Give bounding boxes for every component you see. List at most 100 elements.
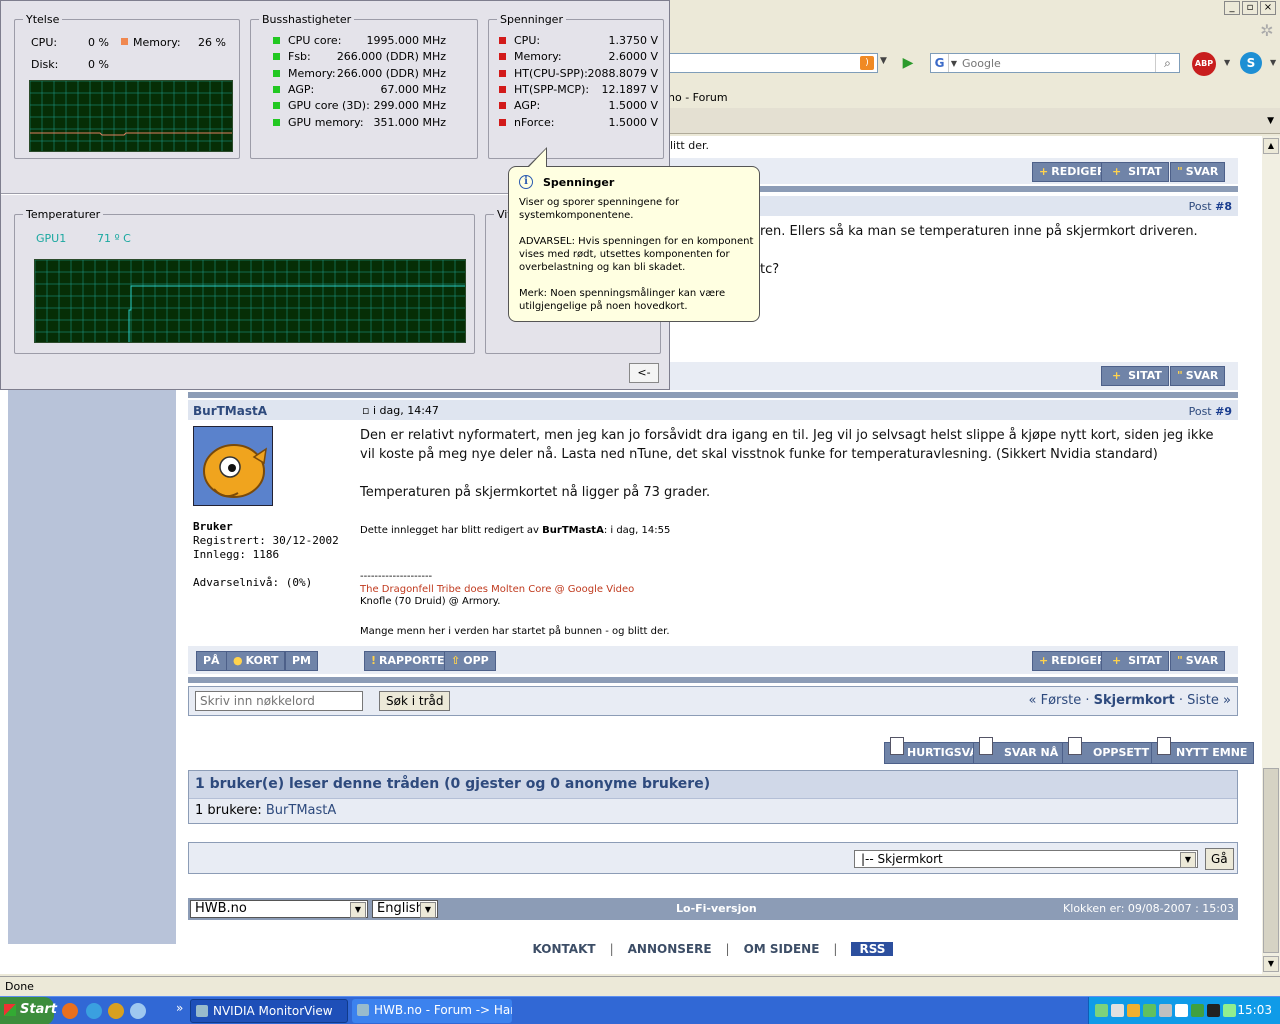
- thread-search-bar: Søk i tråd « Første · Skjermkort · Siste…: [188, 686, 1238, 716]
- task-nvidia-monitor[interactable]: NVIDIA MonitorView: [190, 999, 348, 1023]
- current-thread[interactable]: Skjermkort: [1094, 693, 1175, 708]
- tray-app-icon[interactable]: [1111, 1004, 1124, 1017]
- voltages-group[interactable]: Spenninger CPU: 1.3750 V Memory: 2.6000 V HT…: [488, 13, 664, 159]
- scroll-thumb[interactable]: [1263, 768, 1279, 953]
- engine-dropdown-icon[interactable]: ▼: [949, 59, 959, 68]
- reply-now-button[interactable]: SVAR NÅ: [973, 737, 1066, 764]
- desktop-icon[interactable]: [130, 1003, 146, 1019]
- throbber-icon: ✲: [1260, 21, 1274, 40]
- adblock-icon[interactable]: ABP: [1192, 52, 1216, 76]
- bus-speed-status-icon: [273, 85, 280, 93]
- first-page-link[interactable]: « Første: [1029, 693, 1082, 708]
- rss-link[interactable]: RSS: [851, 942, 894, 956]
- tray-app-icon[interactable]: [1159, 1004, 1172, 1017]
- window-controls: _ ▫ ×: [1224, 1, 1276, 15]
- voltage-value: 2.6000 V: [608, 50, 658, 64]
- online-status-button[interactable]: PÅ: [196, 651, 227, 671]
- search-input[interactable]: [959, 54, 1155, 72]
- google-engine-icon[interactable]: G: [931, 54, 949, 72]
- forum-jump-select[interactable]: |-- Skjermkort: [854, 850, 1198, 868]
- info-icon: i: [519, 175, 533, 189]
- signature-link[interactable]: The Dragonfell Tribe does Molten Core @ …: [360, 584, 634, 595]
- go-button[interactable]: Gå: [1205, 848, 1234, 870]
- temperatures-group: Temperaturer GPU1 71 º C: [14, 208, 475, 354]
- user-registered: Registrert: 30/12-2002: [193, 534, 339, 547]
- collapse-button[interactable]: <-: [629, 363, 659, 383]
- voltages-title: Spenninger: [497, 13, 566, 26]
- skype-icon[interactable]: S: [1240, 52, 1262, 74]
- address-dropdown-icon[interactable]: ▼: [880, 56, 887, 66]
- private-message-button[interactable]: PM: [285, 651, 319, 671]
- reply-button[interactable]: " SVAR: [1170, 366, 1226, 386]
- address-bar[interactable]: [668, 53, 878, 73]
- reply-button[interactable]: " SVAR: [1170, 162, 1226, 182]
- firefox-icon[interactable]: [62, 1003, 78, 1019]
- voltage-status-icon: [499, 102, 506, 110]
- forum-clock: Klokken er: 09/08-2007 : 15:03: [1063, 902, 1234, 915]
- tray-app-icon[interactable]: [1191, 1004, 1204, 1017]
- reply-button[interactable]: " SVAR: [1170, 651, 1226, 671]
- quote-button[interactable]: + SITAT: [1101, 651, 1169, 671]
- lofi-link[interactable]: Lo-Fi-versjon: [676, 902, 757, 915]
- contact-link[interactable]: KONTAKT: [533, 942, 596, 956]
- voltage-status-icon: [499, 85, 506, 93]
- bus-speed-status-icon: [273, 53, 280, 61]
- top-button[interactable]: ⇧ OPP: [444, 651, 496, 671]
- vertical-scrollbar[interactable]: ▲ ▼: [1262, 136, 1280, 974]
- tray-app-icon[interactable]: [1143, 1004, 1156, 1017]
- last-page-link[interactable]: Siste »: [1187, 693, 1231, 708]
- forum-jump: |-- Skjermkort Gå: [188, 842, 1238, 874]
- post-author[interactable]: BurTMastA: [193, 404, 267, 418]
- tray-app-icon[interactable]: [1207, 1004, 1220, 1017]
- maximize-button[interactable]: ▫: [1242, 1, 1258, 15]
- site-select[interactable]: HWB.no: [190, 900, 368, 918]
- about-link[interactable]: OM SIDENE: [744, 942, 820, 956]
- close-button[interactable]: ×: [1260, 1, 1276, 15]
- task-browser[interactable]: HWB.no - Forum -> Har ...: [352, 999, 512, 1023]
- voltage-status-icon: [499, 118, 506, 126]
- gpu-temp-label: GPU1: [36, 232, 67, 245]
- start-button[interactable]: Start: [0, 997, 57, 1024]
- scroll-down-icon[interactable]: ▼: [1263, 956, 1279, 972]
- winamp-icon[interactable]: [108, 1003, 124, 1019]
- tray-app-icon[interactable]: [1127, 1004, 1140, 1017]
- minimize-button[interactable]: _: [1224, 1, 1240, 15]
- skype-dropdown-icon[interactable]: ▼: [1270, 58, 1276, 67]
- edited-note: Dette innlegget har blitt redigert av Bu…: [360, 525, 671, 536]
- advertise-link[interactable]: ANNONSERE: [628, 942, 712, 956]
- go-button[interactable]: ▶: [898, 54, 918, 72]
- quicklaunch-more-icon[interactable]: »: [176, 1001, 183, 1015]
- readers-box: 1 bruker(e) leser denne tråden (0 gjeste…: [188, 770, 1238, 824]
- bus-speed-status-icon: [273, 37, 280, 44]
- post-divider: [188, 677, 1238, 683]
- search-thread-button[interactable]: Søk i tråd: [379, 691, 451, 711]
- readers-heading: 1 bruker(e) leser denne tråden (0 gjeste…: [189, 771, 1237, 799]
- bus-speed-value: 67.000 MHz: [380, 82, 446, 96]
- tray-volume-icon[interactable]: [1223, 1004, 1236, 1017]
- quicklaunch-icon[interactable]: [86, 1003, 102, 1019]
- language-select[interactable]: English: [372, 900, 438, 918]
- search-icon[interactable]: ⌕: [1155, 54, 1179, 72]
- new-topic-button[interactable]: NYTT EMNE: [1151, 737, 1255, 764]
- options-button[interactable]: OPPSETT: [1062, 737, 1157, 764]
- reader-user-link[interactable]: BurTMastA: [266, 803, 336, 818]
- profile-card-button[interactable]: ● KORT: [226, 651, 286, 671]
- keyword-input[interactable]: [195, 691, 363, 711]
- performance-graph: [29, 80, 233, 152]
- tray-app-icon[interactable]: [1175, 1004, 1188, 1017]
- avatar: [193, 426, 273, 506]
- tray-network-icon[interactable]: [1095, 1004, 1108, 1017]
- rss-feed-icon[interactable]: ): [860, 56, 874, 70]
- quote-button[interactable]: + SITAT: [1101, 162, 1169, 182]
- memory-value: 26 %: [198, 36, 226, 49]
- system-tray: 15:03: [1088, 997, 1280, 1024]
- user-info: Bruker Registrert: 30/12-2002 Innlegg: 1…: [193, 520, 339, 590]
- post8-text: ren. Ellers så ka man se temperaturen in…: [760, 224, 1198, 239]
- bus-speed-value: 266.000 (DDR) MHz: [336, 50, 446, 64]
- adblock-dropdown-icon[interactable]: ▼: [1224, 58, 1230, 67]
- quote-button[interactable]: + SITAT: [1101, 366, 1169, 386]
- voltage-status-icon: [499, 53, 506, 61]
- scroll-up-icon[interactable]: ▲: [1263, 138, 1279, 154]
- tab-list-icon[interactable]: ▼: [1267, 116, 1274, 126]
- post9-number[interactable]: Post #9: [1189, 405, 1232, 418]
